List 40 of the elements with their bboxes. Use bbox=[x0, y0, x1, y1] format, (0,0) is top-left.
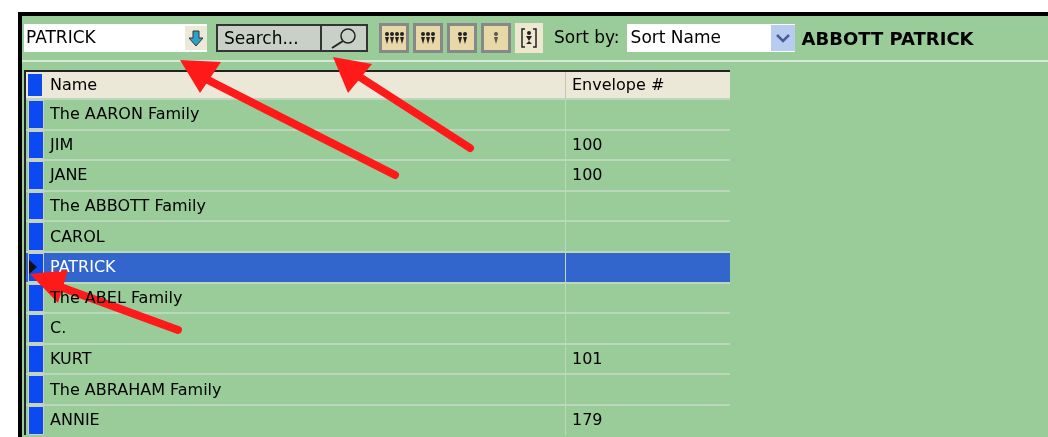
current-person-name: ABBOTT PATRICK bbox=[801, 26, 974, 51]
table-row[interactable]: KURT 101 bbox=[26, 342, 730, 374]
table-row[interactable]: JANE 100 bbox=[26, 159, 730, 190]
people-icon bbox=[494, 31, 498, 45]
table-cell: CAROL bbox=[46, 222, 566, 251]
table-row[interactable]: CAROL bbox=[26, 220, 730, 251]
people-icon bbox=[421, 31, 435, 45]
name-value: PATRICK bbox=[26, 26, 97, 50]
table-row[interactable]: ANNIE 179 bbox=[26, 403, 730, 435]
table-cell: ANNIE bbox=[46, 405, 566, 435]
current-row-icon bbox=[29, 260, 37, 275]
search-button[interactable]: Search... bbox=[218, 26, 322, 50]
people-filter-button[interactable] bbox=[447, 23, 477, 53]
table-cell-text: 100 bbox=[571, 133, 604, 156]
table-cell: JANE bbox=[46, 161, 566, 190]
table-cell: C. bbox=[46, 314, 566, 343]
table-row[interactable]: The AARON Family bbox=[26, 98, 730, 129]
table-row[interactable]: The ABBOTT Family bbox=[26, 189, 730, 221]
row-header-marker bbox=[28, 74, 42, 96]
table-cell-text: 100 bbox=[571, 164, 604, 187]
table-cell-text: 179 bbox=[571, 409, 604, 432]
chevron-down-icon bbox=[770, 25, 795, 51]
table-cell: The AARON Family bbox=[46, 100, 566, 129]
sort-label: Sort by: bbox=[554, 26, 620, 50]
name-dropdown[interactable]: PATRICK bbox=[24, 24, 207, 52]
sort-value: Sort Name bbox=[630, 26, 722, 50]
search-icon[interactable] bbox=[322, 26, 366, 50]
table-cell: The ABRAHAM Family bbox=[46, 375, 566, 404]
people-icon bbox=[384, 31, 404, 45]
people-filter-button[interactable] bbox=[379, 23, 409, 53]
table-row[interactable]: C. bbox=[26, 312, 730, 343]
table-row[interactable]: PATRICK bbox=[26, 250, 730, 282]
people-icon bbox=[457, 31, 467, 45]
table-row[interactable]: The ABRAHAM Family bbox=[26, 373, 730, 404]
column-header[interactable]: Envelope # bbox=[566, 72, 730, 98]
expand-button[interactable] bbox=[515, 23, 543, 53]
people-filter-button[interactable] bbox=[413, 23, 443, 53]
table-cell-text: 101 bbox=[571, 348, 604, 371]
sort-select[interactable]: Sort Name bbox=[626, 24, 795, 52]
table-row[interactable]: JIM 100 bbox=[26, 128, 730, 160]
